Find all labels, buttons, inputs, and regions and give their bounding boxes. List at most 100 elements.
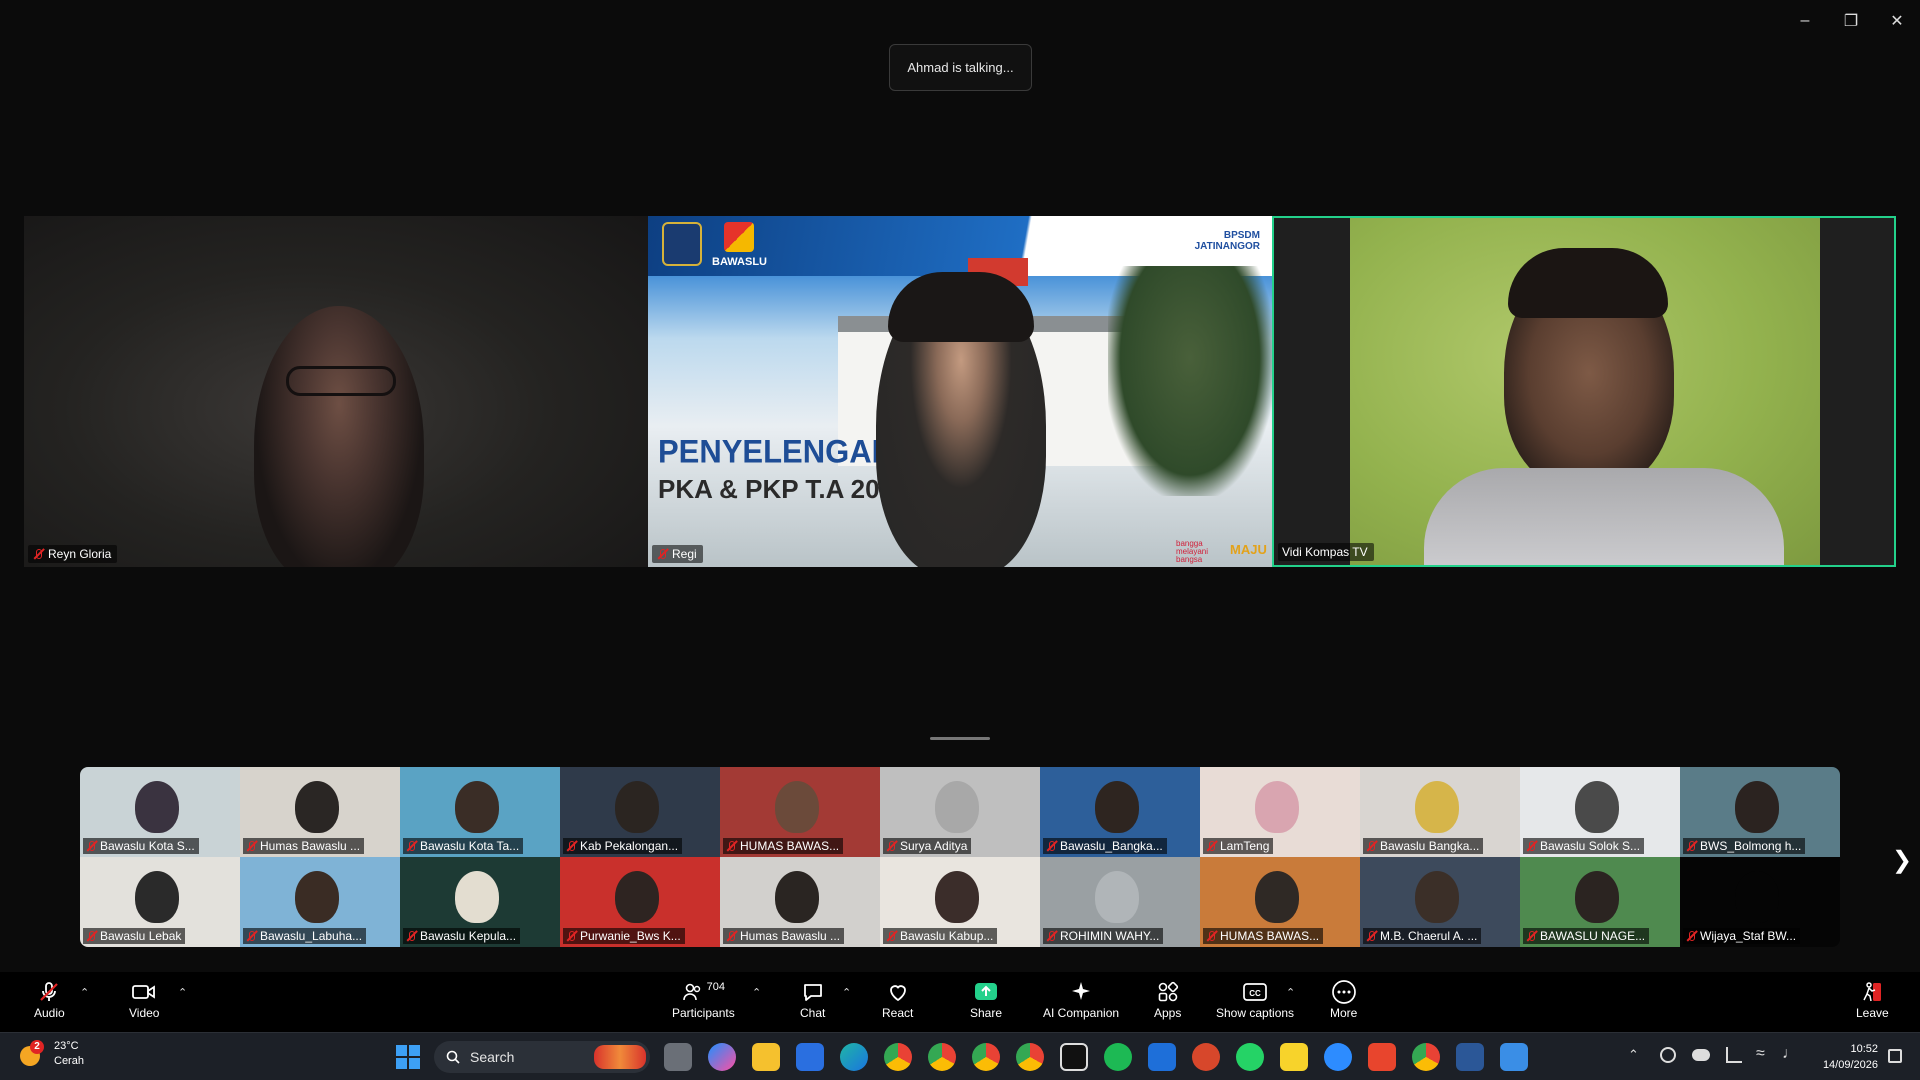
gallery-tile[interactable]: LamTeng (1200, 767, 1360, 857)
participant-name: Surya Aditya (900, 839, 968, 853)
video-button[interactable]: Video (129, 978, 159, 1020)
copilot-icon[interactable] (708, 1043, 736, 1071)
captions-options-caret[interactable]: ⌃ (1286, 986, 1295, 999)
capcut-icon[interactable] (1060, 1043, 1088, 1071)
participant-name: Bawaslu Solok S... (1540, 839, 1641, 853)
gallery-tile[interactable]: HUMAS BAWAS... (1200, 857, 1360, 947)
gallery-resize-handle[interactable] (930, 737, 990, 740)
edge-icon[interactable] (840, 1043, 868, 1071)
taskbar-search[interactable]: Search (434, 1041, 650, 1073)
tray-app-icon[interactable] (1660, 1047, 1676, 1063)
participant-name: HUMAS BAWAS... (740, 839, 840, 853)
participant-video (1575, 781, 1619, 833)
clock[interactable]: 10:52 14/09/2026 (1814, 1041, 1878, 1073)
volume-icon[interactable]: ♩ (1782, 1045, 1798, 1063)
sticky-notes-icon[interactable] (1280, 1043, 1308, 1071)
gallery-tile[interactable]: Bawaslu Kota Ta... (400, 767, 560, 857)
notification-bell-icon[interactable] (1888, 1049, 1902, 1063)
show-captions-button[interactable]: CC Show captions (1216, 978, 1294, 1020)
onedrive-icon[interactable] (1692, 1049, 1710, 1061)
gallery-tile[interactable]: BWS_Bolmong h... (1680, 767, 1840, 857)
participant-name-tag: Bawaslu Kabup... (883, 928, 998, 944)
mic-muted-icon (1205, 840, 1217, 852)
gallery-tile[interactable]: BAWASLU NAGE... (1520, 857, 1680, 947)
weather-widget[interactable]: 2 23°C Cerah (18, 1039, 84, 1069)
leave-button[interactable]: Leave (1856, 978, 1889, 1020)
gallery-tile[interactable]: Bawaslu Kabup... (880, 857, 1040, 947)
store-icon[interactable] (796, 1043, 824, 1071)
react-button[interactable]: React (882, 978, 913, 1020)
chevron-right-icon[interactable]: ❯ (1892, 846, 1912, 875)
minimize-button[interactable]: – (1782, 8, 1828, 34)
whatsapp-icon[interactable] (1236, 1043, 1264, 1071)
chrome-icon[interactable] (972, 1043, 1000, 1071)
chat-options-caret[interactable]: ⌃ (842, 986, 851, 999)
participant-name-tag: Humas Bawaslu ... (243, 838, 365, 854)
video-tile-regi[interactable]: BAWASLU BPSDM JATINANGOR PENYELENGARAAN … (648, 216, 1272, 567)
gallery-tile[interactable]: Humas Bawaslu ... (240, 767, 400, 857)
gallery-tile[interactable]: Kab Pekalongan... (560, 767, 720, 857)
close-button[interactable]: ✕ (1874, 8, 1920, 34)
video-options-caret[interactable]: ⌃ (178, 986, 187, 999)
chrome-icon[interactable] (1412, 1043, 1440, 1071)
tray-overflow-icon[interactable]: ⌃ (1628, 1047, 1639, 1063)
audio-options-caret[interactable]: ⌃ (80, 986, 89, 999)
word-icon[interactable] (1456, 1043, 1484, 1071)
show-captions-label: Show captions (1216, 1006, 1295, 1020)
network-status-icon[interactable] (1726, 1047, 1742, 1063)
audio-label: Audio (34, 1006, 65, 1020)
gallery-tile[interactable]: ROHIMIN WAHY... (1040, 857, 1200, 947)
react-label: React (882, 1006, 914, 1020)
gallery-tile[interactable]: Bawaslu_Bangka... (1040, 767, 1200, 857)
gallery-tile[interactable]: Bawaslu Bangka... (1360, 767, 1520, 857)
gallery-tile[interactable]: Humas Bawaslu ... (720, 857, 880, 947)
search-highlight-image (594, 1045, 646, 1069)
spotify-icon[interactable] (1104, 1043, 1132, 1071)
ai-companion-button[interactable]: AI Companion (1043, 978, 1119, 1020)
gallery-tile[interactable]: Bawaslu Lebak (80, 857, 240, 947)
app-icon[interactable] (1148, 1043, 1176, 1071)
audio-button[interactable]: Audio (34, 978, 65, 1020)
mic-muted-icon (37, 978, 61, 1006)
app-icon[interactable] (1368, 1043, 1396, 1071)
app-icon[interactable] (1500, 1043, 1528, 1071)
gallery-tile[interactable]: HUMAS BAWAS... (720, 767, 880, 857)
gallery-tile[interactable]: Bawaslu Kota S... (80, 767, 240, 857)
file-explorer-icon[interactable] (752, 1043, 780, 1071)
leave-label: Leave (1856, 1006, 1889, 1020)
gallery-tile[interactable]: Bawaslu_Labuha... (240, 857, 400, 947)
gallery-tile[interactable]: M.B. Chaerul A. ... (1360, 857, 1520, 947)
task-view-icon[interactable] (664, 1043, 692, 1071)
participants-options-caret[interactable]: ⌃ (752, 986, 761, 999)
gallery-tile[interactable]: Bawaslu Solok S... (1520, 767, 1680, 857)
apps-button[interactable]: Apps (1154, 978, 1181, 1020)
more-button[interactable]: More (1330, 978, 1357, 1020)
windows-start-icon[interactable] (396, 1045, 420, 1069)
mic-muted-icon (656, 548, 668, 560)
chat-button[interactable]: Chat (800, 978, 825, 1020)
powerpoint-icon[interactable] (1192, 1043, 1220, 1071)
trees-image (1108, 266, 1272, 496)
zoom-icon[interactable] (1324, 1043, 1352, 1071)
leave-icon (1860, 978, 1884, 1006)
gallery-tile[interactable]: Wijaya_Staf BW... (1680, 857, 1840, 947)
participants-button[interactable]: 704 Participants (672, 978, 735, 1020)
participant-name: Kab Pekalongan... (580, 839, 679, 853)
chrome-icon[interactable] (1016, 1043, 1044, 1071)
chrome-icon[interactable] (928, 1043, 956, 1071)
video-tile-reyn-gloria[interactable]: Reyn Gloria (24, 216, 648, 567)
svg-text:CC: CC (1249, 989, 1261, 998)
share-button[interactable]: Share (970, 978, 1002, 1020)
mic-muted-icon (85, 930, 97, 942)
video-tile-vidi-kompas-tv[interactable]: Vidi Kompas TV (1272, 216, 1896, 567)
restore-button[interactable]: ❐ (1828, 8, 1874, 34)
mic-muted-icon (725, 930, 737, 942)
gallery-tile[interactable]: Surya Aditya (880, 767, 1040, 857)
wifi-icon[interactable]: ≈ (1756, 1045, 1765, 1063)
participant-video (1735, 781, 1779, 833)
gallery-tile[interactable]: Purwanie_Bws K... (560, 857, 720, 947)
slide-tagline: bangga melayani bangsa (1176, 539, 1209, 564)
clock-time: 10:52 (1850, 1043, 1878, 1055)
chrome-icon[interactable] (884, 1043, 912, 1071)
gallery-tile[interactable]: Bawaslu Kepula... (400, 857, 560, 947)
